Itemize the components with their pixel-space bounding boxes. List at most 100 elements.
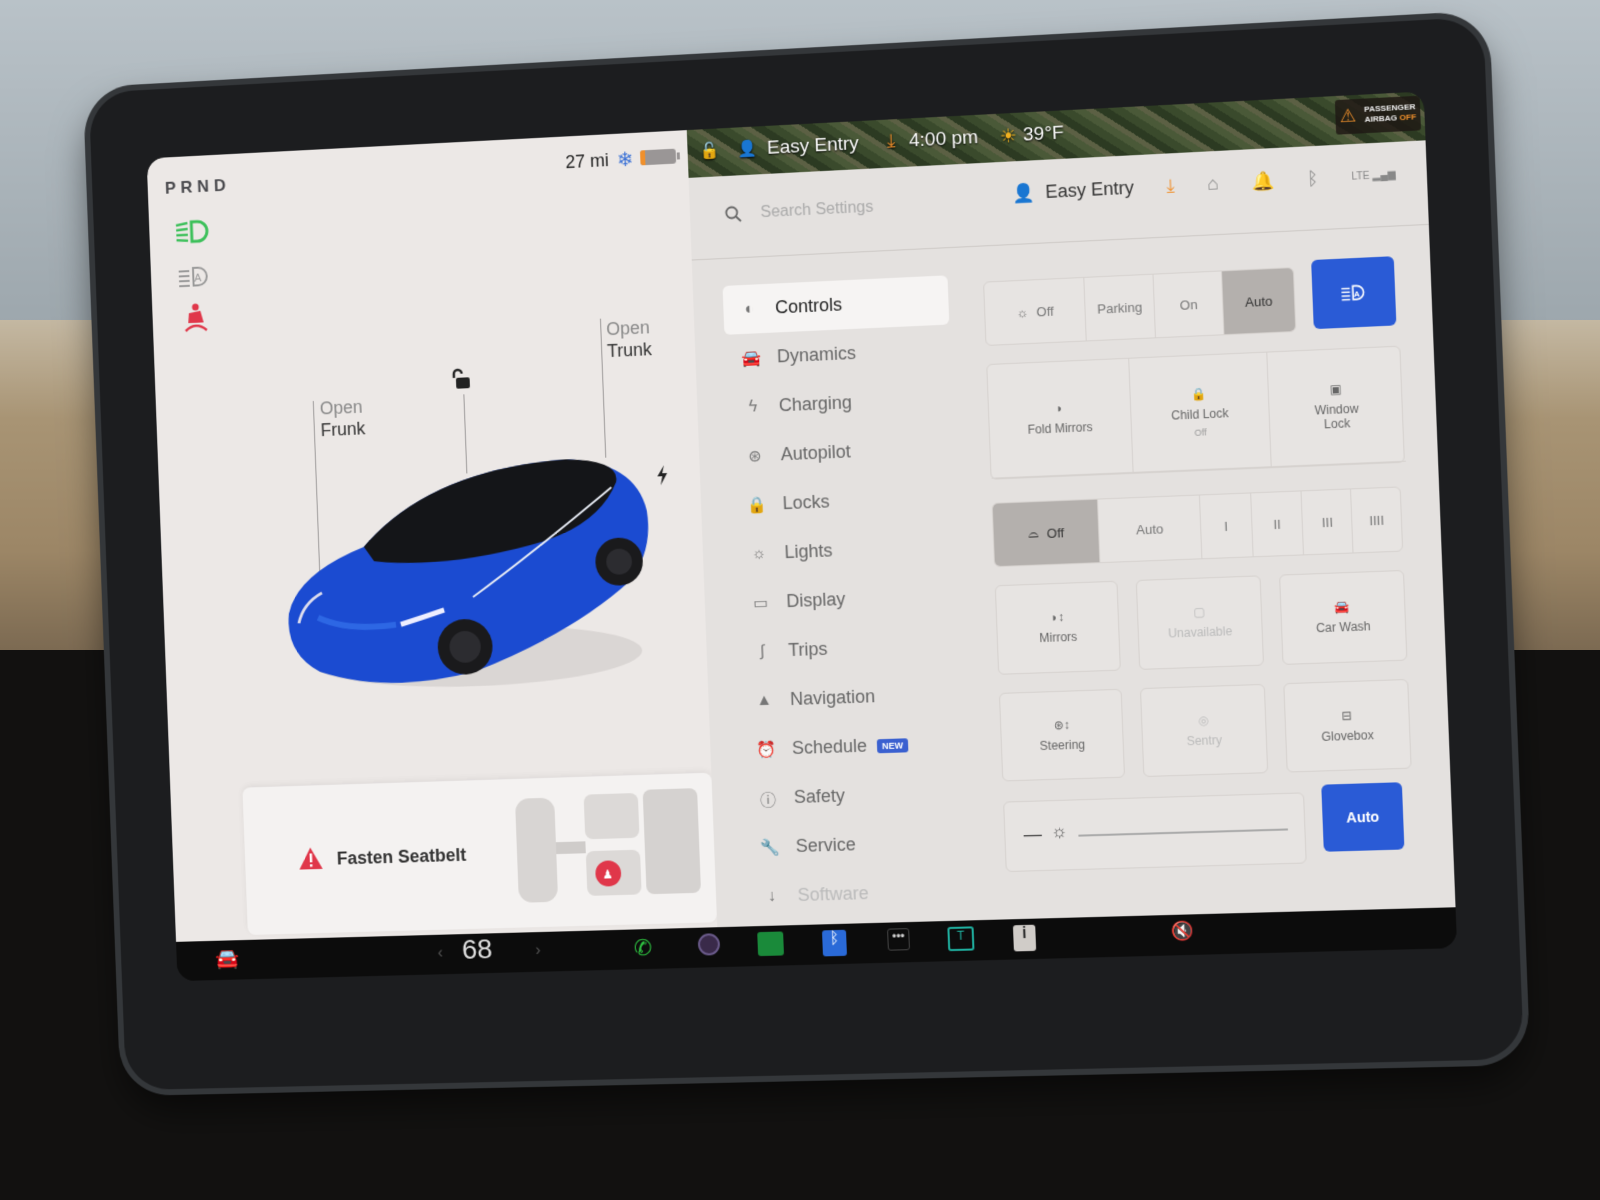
glovebox-button[interactable]: ⊟ Glovebox xyxy=(1282,678,1412,773)
open-trunk-button[interactable]: Open Trunk xyxy=(606,316,652,362)
display-icon: ▭ xyxy=(752,594,769,612)
wipers-selector: ⌓ Off Auto I II III IIII xyxy=(991,486,1404,568)
lightning-icon: ϟ xyxy=(748,397,758,416)
seatbelt-alert-card[interactable]: Fasten Seatbelt ♟ xyxy=(242,772,718,936)
energy-icon[interactable] xyxy=(757,931,785,957)
trunk-callout-line xyxy=(599,318,607,458)
nav-item-trips[interactable]: ∫ Trips xyxy=(736,620,963,677)
more-icon[interactable]: ••• xyxy=(887,928,910,951)
car-icon[interactable]: 🚘 xyxy=(215,946,240,971)
download-icon: ⤓ xyxy=(886,131,896,153)
toybox-icon[interactable]: T xyxy=(947,926,975,952)
window-lock-button[interactable]: ▣ Window Lock xyxy=(1267,346,1406,468)
seatbelt-warning-icon xyxy=(177,303,215,333)
glovebox-icon: ⊟ xyxy=(1341,708,1353,723)
new-badge: NEW xyxy=(876,737,909,753)
adjust-tiles-grid: ◗↕ Mirrors ▢ Unavailable 🚘 Car Wash ⊛↕ Steer… xyxy=(994,569,1412,782)
info-icon[interactable]: i xyxy=(1012,924,1037,952)
mirrors-adjust-button[interactable]: ◗↕ Mirrors xyxy=(994,580,1122,675)
nav-item-navigation[interactable]: ▲ Navigation xyxy=(737,669,964,726)
lights-option-on[interactable]: On xyxy=(1153,271,1225,338)
phone-icon[interactable]: ✆ xyxy=(633,935,652,961)
unlocked-icon[interactable] xyxy=(450,367,472,392)
bell-icon[interactable]: 🔔 xyxy=(1251,170,1275,192)
lights-option-off[interactable]: ☼ Off xyxy=(984,277,1088,345)
wrench-icon: 🔧 xyxy=(759,839,781,857)
header-divider xyxy=(691,223,1429,261)
nav-item-software[interactable]: ↓ Software xyxy=(745,866,972,921)
temp-up-chevron[interactable]: › xyxy=(535,942,541,960)
mirror-adjust-icon: ◗↕ xyxy=(1050,610,1065,625)
child-lock-button[interactable]: 🔒 Child Lock Off xyxy=(1129,352,1272,473)
alarm-clock-icon: ⏰ xyxy=(755,741,777,759)
sentry-icon: ◎ xyxy=(1197,712,1210,728)
dashcam-button: ▢ Unavailable xyxy=(1136,575,1264,670)
sun-icon: ☀ xyxy=(999,125,1018,148)
nav-item-lights[interactable]: ☼ Lights xyxy=(732,521,959,579)
charge-port-icon[interactable] xyxy=(655,465,670,486)
wiper-option-4[interactable]: IIII xyxy=(1351,487,1402,552)
lock-icon: 🔒 xyxy=(746,496,768,515)
minus-icon: — xyxy=(1023,823,1043,845)
car-status-panel: PRND 27 mi ❄ A Open Frunk Open Trunk Fas… xyxy=(146,130,718,942)
lights-option-parking[interactable]: Parking xyxy=(1084,274,1156,341)
search-icon xyxy=(724,205,743,224)
nav-item-schedule[interactable]: ⏰ Schedule NEW xyxy=(739,718,966,774)
temp-down-chevron[interactable]: ‹ xyxy=(437,945,443,963)
nav-item-safety[interactable]: ⓘ Safety xyxy=(741,768,968,824)
trips-icon: ∫ xyxy=(759,642,765,660)
passenger-airbag-indicator: ⚠ PASSENGER AIRBAG OFF xyxy=(1334,95,1421,135)
alert-message: Fasten Seatbelt xyxy=(336,844,467,869)
touchscreen: PRND 27 mi ❄ A Open Frunk Open Trunk Fas… xyxy=(146,91,1458,982)
wiper-option-2[interactable]: II xyxy=(1250,491,1305,557)
brightness-slider[interactable]: — ☼ xyxy=(1003,792,1307,873)
clock-time: 4:00 pm xyxy=(908,126,979,152)
nav-item-display[interactable]: ▭ Display xyxy=(734,571,961,628)
car-wash-icon: 🚘 xyxy=(1334,599,1351,615)
search-input[interactable]: Search Settings xyxy=(760,199,873,223)
headlights-selector: ☼ Off Parking On Auto xyxy=(983,267,1297,347)
car-model-image xyxy=(282,456,654,692)
wiper-option-auto[interactable]: Auto xyxy=(1098,495,1203,563)
bluetooth-icon[interactable]: ᛒ xyxy=(821,929,847,957)
download-icon[interactable]: ⤓ xyxy=(1166,175,1175,197)
warning-icon xyxy=(298,847,323,870)
nav-item-locks[interactable]: 🔒 Locks xyxy=(730,472,957,530)
headlight-sun-icon: ☼ xyxy=(1015,304,1029,320)
settings-panel: Search Settings 👤 Easy Entry ⤓ ⌂ 🔔 ᛒ LTE… xyxy=(688,140,1456,928)
wiper-option-1[interactable]: I xyxy=(1199,493,1254,559)
profile-button[interactable]: 👤 Easy Entry xyxy=(1012,177,1134,204)
battery-indicator xyxy=(639,148,677,166)
window-lock-icon: ▣ xyxy=(1329,381,1342,397)
steering-adjust-button[interactable]: ⊛↕ Steering xyxy=(998,688,1126,782)
brightness-icon: ☼ xyxy=(1050,820,1068,842)
wiper-icon: ⌓ xyxy=(1027,525,1039,541)
brightness-auto-button[interactable]: Auto xyxy=(1321,782,1405,852)
slider-track[interactable] xyxy=(1078,828,1288,837)
wiper-option-off[interactable]: ⌓ Off xyxy=(992,499,1101,567)
wiper-option-3[interactable]: III xyxy=(1302,489,1354,555)
settings-nav: ◐ Controls 🚘 Dynamics ϟ Charging ⊛ Autopilot… xyxy=(722,275,973,921)
fold-mirrors-button[interactable]: ◗ Fold Mirrors xyxy=(987,358,1134,479)
mute-icon[interactable]: 🔇 xyxy=(1170,920,1194,942)
garage-icon[interactable]: ⌂ xyxy=(1207,173,1219,195)
quick-controls-row: ◗ Fold Mirrors 🔒 Child Lock Off ▣ Window Loc… xyxy=(986,345,1406,480)
search-settings[interactable]: Search Settings xyxy=(724,199,874,224)
map-profile-name[interactable]: Easy Entry xyxy=(767,133,860,160)
svg-text:A: A xyxy=(1354,289,1361,299)
car-wash-button[interactable]: 🚘 Car Wash xyxy=(1278,569,1408,665)
lights-option-auto[interactable]: Auto xyxy=(1222,268,1296,335)
alert-circle-icon: ⓘ xyxy=(759,792,777,810)
dashcam-icon: ▢ xyxy=(1193,605,1206,620)
unlocked-icon[interactable]: 🔓 xyxy=(699,140,720,161)
range-readout: 27 mi xyxy=(565,150,610,173)
auto-high-beam-button[interactable]: A xyxy=(1311,256,1397,330)
outside-temperature: 39°F xyxy=(1022,122,1065,146)
nav-item-service[interactable]: 🔧 Service xyxy=(743,817,970,873)
cabin-temperature[interactable]: 68 xyxy=(461,933,493,965)
gear-selector: PRND xyxy=(164,175,231,198)
open-frunk-button[interactable]: Open Frunk xyxy=(319,396,365,441)
child-lock-icon: 🔒 xyxy=(1191,386,1208,402)
bluetooth-icon[interactable]: ᛒ xyxy=(1307,168,1319,190)
camera-icon[interactable] xyxy=(697,933,721,956)
